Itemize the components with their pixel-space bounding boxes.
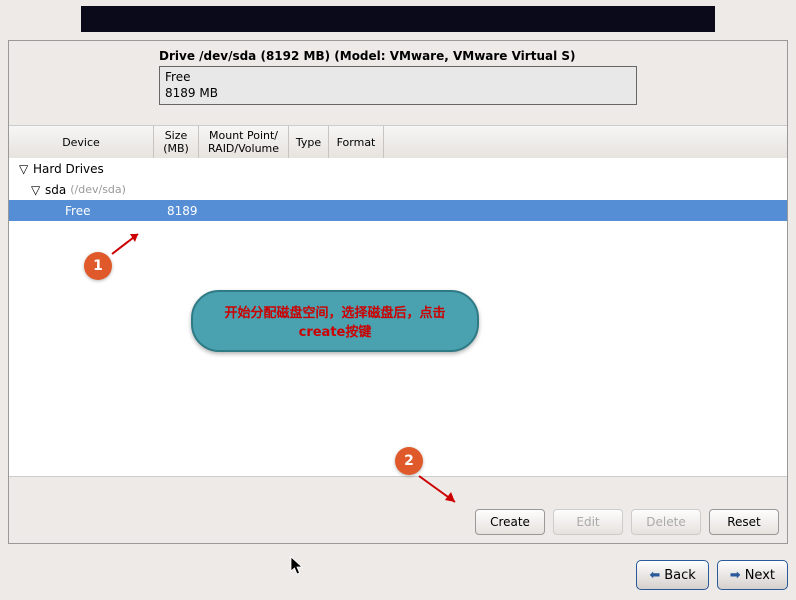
create-button[interactable]: Create [475,509,545,535]
col-size[interactable]: Size (MB) [154,126,199,158]
col-device[interactable]: Device [9,126,154,158]
tree-root-label: Hard Drives [33,162,104,176]
reset-button[interactable]: Reset [709,509,779,535]
drive-visual-box: Free 8189 MB [159,66,637,105]
tree-free-label: Free [65,204,90,218]
tree-disk-sda[interactable]: ▽ sda (/dev/sda) [9,179,787,200]
drive-box-label: Free [165,70,631,86]
cursor-icon [290,556,306,580]
drive-box-size: 8189 MB [165,86,631,102]
tree-disk-label: sda [45,183,66,197]
annotation-badge-1: 1 [84,252,112,280]
annotation-callout: 开始分配磁盘空间，选择磁盘后，点击create按键 [191,290,479,352]
arrow-left-icon: ⬅ [649,568,660,583]
nav-bar: ⬅ Back ➡ Next [636,560,788,590]
back-button[interactable]: ⬅ Back [636,560,708,590]
title-bar [81,6,715,32]
action-button-row: Create Edit Delete Reset [475,509,779,535]
col-type[interactable]: Type [289,126,329,158]
col-format[interactable]: Format [329,126,384,158]
annotation-badge-2: 2 [395,447,423,475]
expand-icon[interactable]: ▽ [19,162,29,176]
callout-text: 开始分配磁盘空间，选择磁盘后，点击create按键 [205,302,465,340]
col-mount[interactable]: Mount Point/ RAID/Volume [199,126,289,158]
edit-button: Edit [553,509,623,535]
drive-info: Drive /dev/sda (8192 MB) (Model: VMware,… [9,41,787,113]
next-button[interactable]: ➡ Next [717,560,788,590]
tree-free-row[interactable]: Free 8189 [9,200,787,221]
expand-icon[interactable]: ▽ [31,183,41,197]
back-label: Back [664,568,696,583]
table-header: Device Size (MB) Mount Point/ RAID/Volum… [9,126,787,158]
drive-title: Drive /dev/sda (8192 MB) (Model: VMware,… [159,49,637,63]
tree-hard-drives[interactable]: ▽ Hard Drives [9,158,787,179]
delete-button: Delete [631,509,701,535]
tree-free-size: 8189 [167,204,198,218]
arrow-right-icon: ➡ [730,568,741,583]
next-label: Next [745,568,775,583]
tree-disk-path: (/dev/sda) [70,183,126,196]
